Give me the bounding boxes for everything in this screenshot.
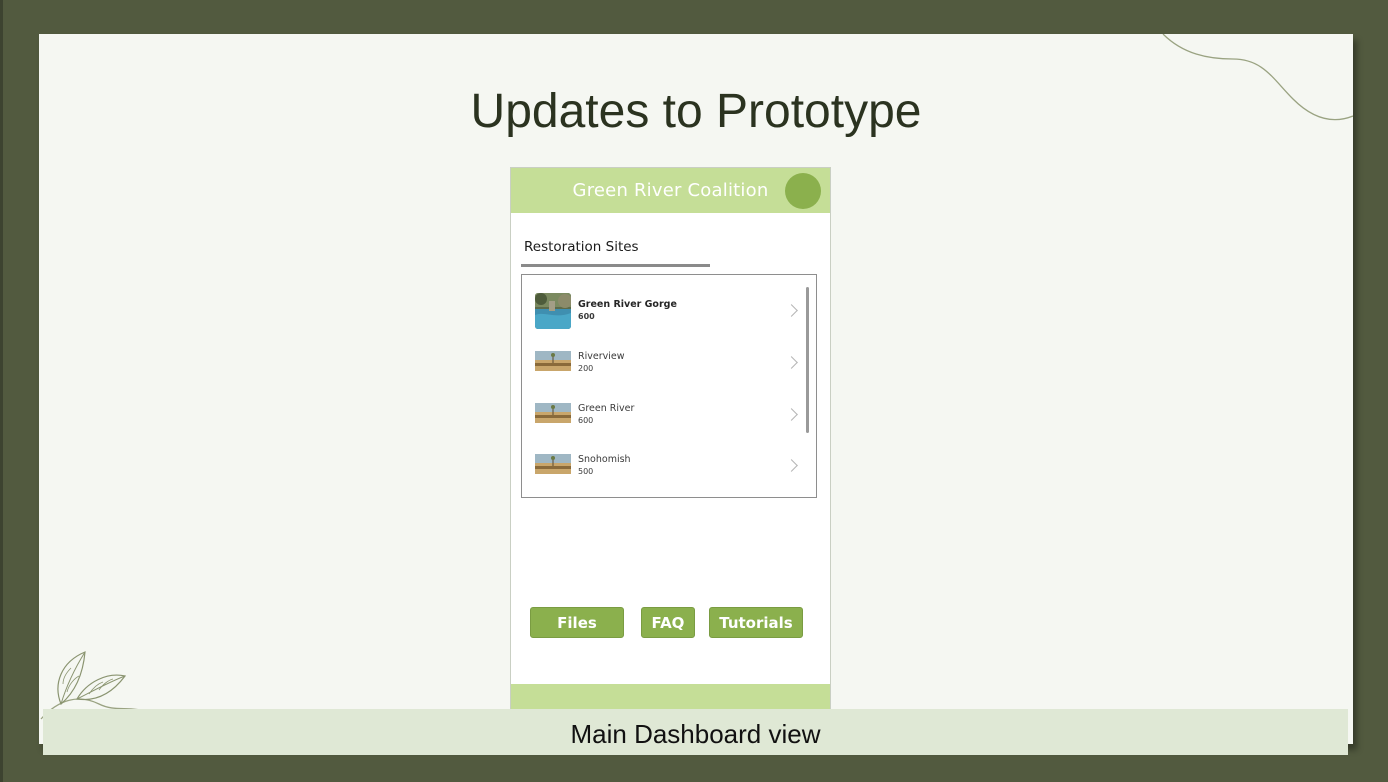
- site-name: Snohomish: [578, 454, 631, 465]
- window-edge: [0, 0, 3, 782]
- site-name: Green River: [578, 403, 635, 414]
- app-header: Green River Coalition: [511, 168, 830, 213]
- list-item[interactable]: Snohomish 500: [522, 446, 802, 486]
- site-thumbnail-snohomish: [535, 454, 571, 474]
- app-prototype-screen: Green River Coalition Restoration Sites: [510, 167, 831, 744]
- list-scrollbar[interactable]: [806, 287, 809, 433]
- site-name: Green River Gorge: [578, 299, 677, 310]
- site-count: 200: [578, 364, 594, 373]
- chevron-right-icon[interactable]: [785, 408, 798, 421]
- caption-bar: Main Dashboard view: [43, 709, 1348, 755]
- app-title: Green River Coalition: [572, 180, 769, 201]
- list-item[interactable]: Green River Gorge 600: [522, 291, 802, 331]
- site-thumbnail-riverview: [535, 351, 571, 371]
- chevron-right-icon[interactable]: [785, 459, 798, 472]
- site-count: 600: [578, 312, 595, 321]
- restoration-sites-list[interactable]: Green River Gorge 600 Riverview 200 Gree…: [521, 274, 817, 498]
- faq-button[interactable]: FAQ: [641, 607, 695, 638]
- list-item[interactable]: Green River 600: [522, 395, 802, 435]
- slide: Updates to Prototype Green River Coaliti…: [39, 34, 1353, 744]
- chevron-right-icon[interactable]: [785, 304, 798, 317]
- site-name: Riverview: [578, 351, 625, 362]
- list-item[interactable]: Riverview 200: [522, 343, 802, 383]
- tutorials-button[interactable]: Tutorials: [709, 607, 803, 638]
- site-count: 500: [578, 467, 594, 476]
- section-title: Restoration Sites: [524, 239, 639, 255]
- site-thumbnail-gorge: [535, 293, 571, 329]
- decorative-curve-icon: [1162, 34, 1353, 121]
- avatar-icon[interactable]: [785, 173, 821, 209]
- section-underline: [521, 264, 710, 267]
- slide-caption: Main Dashboard view: [570, 719, 821, 749]
- chevron-right-icon[interactable]: [785, 356, 798, 369]
- files-button[interactable]: Files: [530, 607, 624, 638]
- site-count: 600: [578, 416, 594, 425]
- site-thumbnail-green-river: [535, 403, 571, 423]
